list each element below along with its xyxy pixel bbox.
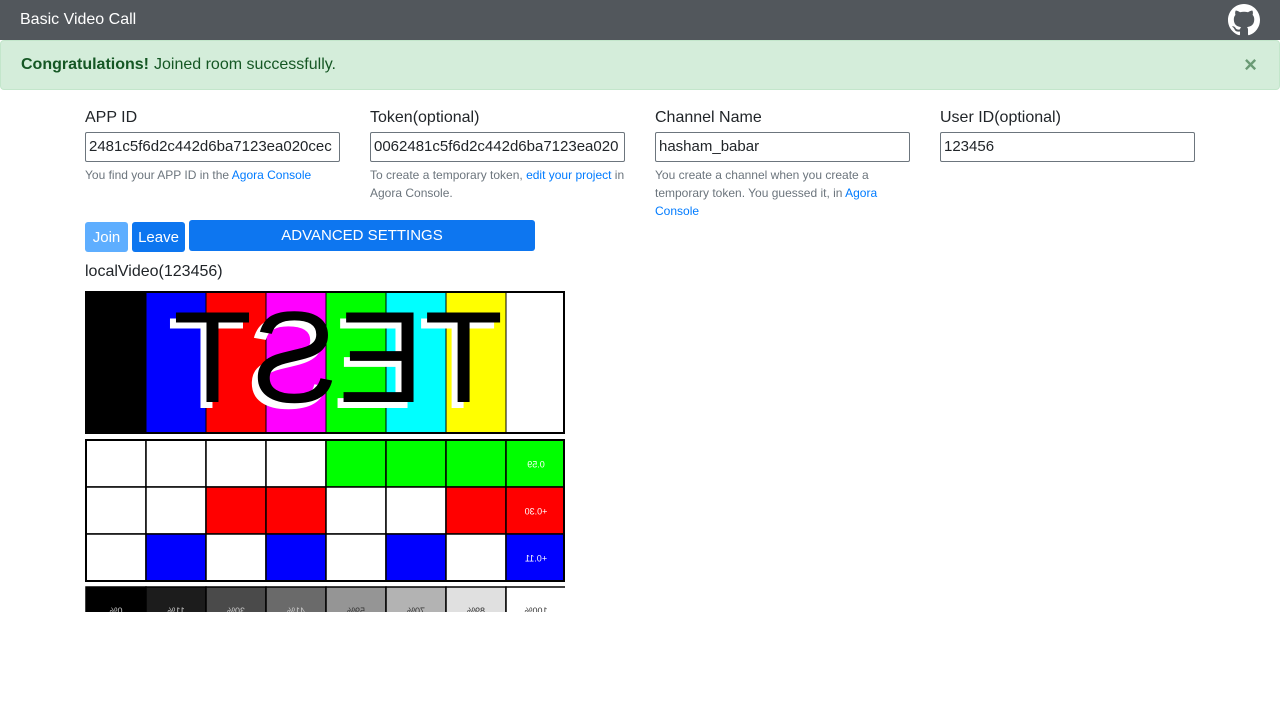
- grid-label-group: +0.11: [525, 554, 547, 564]
- gray-label: 100%: [524, 606, 547, 612]
- app-id-hint: You find your APP ID in the Agora Consol…: [85, 166, 340, 184]
- success-alert: Congratulations! Joined room successfull…: [0, 40, 1280, 90]
- channel-hint: You create a channel when you create a t…: [655, 166, 910, 220]
- gray-label: 89%: [467, 606, 485, 612]
- channel-input[interactable]: hasham_babar: [655, 132, 910, 162]
- user-id-label: User ID(optional): [940, 109, 1061, 126]
- grid-cell: [85, 533, 147, 582]
- close-icon[interactable]: ×: [1244, 54, 1257, 76]
- grid-cell: [145, 439, 207, 488]
- grid-label: 0.59: [527, 460, 545, 470]
- grid-cell: [265, 439, 327, 488]
- gray-label: 59%: [347, 606, 365, 612]
- grid-label-group: 0.59: [527, 460, 545, 470]
- grid-cell: [445, 533, 507, 582]
- leave-button[interactable]: Leave: [132, 222, 185, 252]
- channel-hint-text: You create a channel when you create a t…: [655, 168, 869, 200]
- app-id-group: APP ID 2481c5f6d2c442d6ba7123ea020cec Yo…: [85, 108, 340, 184]
- grid-cell: [385, 486, 447, 535]
- grid-cell: [265, 533, 327, 582]
- color-bar: [85, 291, 147, 434]
- test-text-group: TESTTEST: [167, 291, 503, 436]
- grid-label-group: +0.30: [525, 507, 548, 517]
- grid-label: +0.30: [525, 507, 548, 517]
- grid-cell: [205, 439, 267, 488]
- gray-label: 41%: [287, 606, 305, 612]
- user-id-group: User ID(optional) 123456: [940, 108, 1195, 162]
- local-video-feed: TESTTEST 0.59 +0.30 +0.11 0% 11% 30% 41% 59% 70% 8…: [85, 291, 565, 612]
- gray-label: 0%: [109, 606, 122, 612]
- app-id-input[interactable]: 2481c5f6d2c442d6ba7123ea020cec: [85, 132, 340, 162]
- grid-cell: [85, 486, 147, 535]
- github-icon[interactable]: [1228, 4, 1260, 36]
- grid-cell: [205, 486, 267, 535]
- grid-cell: [325, 486, 387, 535]
- gray-label-group: 0%: [109, 606, 122, 612]
- grid-cell: [145, 486, 207, 535]
- alert-strong-text: Congratulations!: [21, 56, 149, 73]
- grid-cell: [445, 439, 507, 488]
- grid-cell: [205, 533, 267, 582]
- gray-label-group: 11%: [167, 606, 184, 612]
- user-id-input[interactable]: 123456: [940, 132, 1195, 162]
- grid-cell: [265, 486, 327, 535]
- gray-label-group: 89%: [467, 606, 485, 612]
- grid-label: +0.11: [525, 554, 547, 564]
- token-label: Token(optional): [370, 109, 480, 126]
- token-group: Token(optional) 0062481c5f6d2c442d6ba712…: [370, 108, 625, 202]
- alert-message: Joined room successfully.: [154, 56, 336, 73]
- gray-label-group: 41%: [287, 606, 305, 612]
- gray-label-group: 59%: [347, 606, 365, 612]
- edit-project-link[interactable]: edit your project: [526, 168, 611, 182]
- grid-cell: [385, 439, 447, 488]
- gray-label-group: 100%: [524, 606, 547, 612]
- gray-label: 70%: [407, 606, 425, 612]
- app-id-hint-text: You find your APP ID in the: [85, 168, 232, 182]
- agora-console-link[interactable]: Agora Console: [232, 168, 311, 182]
- local-video-label: localVideo(123456): [85, 263, 223, 280]
- channel-label: Channel Name: [655, 109, 762, 126]
- grid-cell: [385, 533, 447, 582]
- top-navbar: Basic Video Call: [0, 0, 1280, 40]
- grid-cell: [325, 439, 387, 488]
- gray-label: 30%: [227, 606, 245, 612]
- gray-label: 11%: [167, 606, 184, 612]
- gray-label-group: 70%: [407, 606, 425, 612]
- color-bar: [505, 291, 565, 434]
- channel-group: Channel Name hasham_babar You create a c…: [655, 108, 910, 220]
- token-hint: To create a temporary token, edit your p…: [370, 166, 625, 202]
- token-input[interactable]: 0062481c5f6d2c442d6ba7123ea020: [370, 132, 625, 162]
- grid-cell: [85, 439, 147, 488]
- app-id-label: APP ID: [85, 109, 138, 126]
- grid-cell: [145, 533, 207, 582]
- grid-cell: [325, 533, 387, 582]
- token-hint-text: To create a temporary token,: [370, 168, 527, 182]
- join-button[interactable]: Join: [85, 222, 128, 252]
- gray-label-group: 30%: [227, 606, 245, 612]
- app-title: Basic Video Call: [20, 11, 137, 28]
- test-text: TEST: [173, 291, 503, 430]
- advanced-settings-button[interactable]: ADVANCED SETTINGS: [189, 220, 535, 251]
- grid-cell: [445, 486, 507, 535]
